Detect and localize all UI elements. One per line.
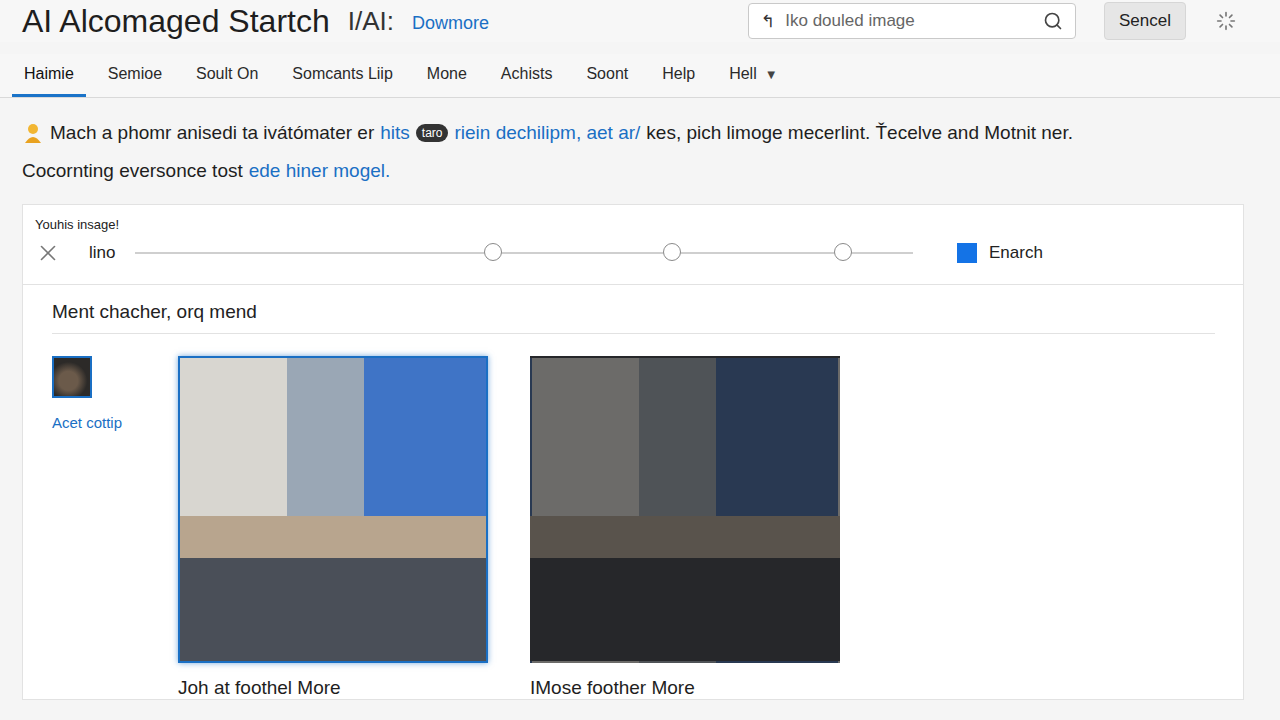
- search-icon[interactable]: [1043, 11, 1063, 31]
- nav-tab[interactable]: Soont: [574, 54, 640, 97]
- filter-label: Youhis insage!: [35, 217, 1231, 232]
- result-card[interactable]: IMose foother More: [530, 356, 840, 699]
- notice: Mach a phomr anisedi ta ivátómater er hit…: [0, 98, 1280, 190]
- slider-handle[interactable]: [484, 243, 502, 261]
- thumbnail-column: Acet cottip: [52, 356, 178, 431]
- notice-link[interactable]: ede hiner mogel.: [249, 160, 391, 182]
- filter-row: lino Enarch: [35, 240, 1231, 266]
- notice-text: kes, pich limoge mecerlint. Ťecelve and …: [646, 122, 1073, 144]
- close-icon[interactable]: [35, 240, 61, 266]
- loader-icon: [1216, 11, 1236, 31]
- filter-field[interactable]: lino: [89, 243, 135, 263]
- nav-tab[interactable]: Mone: [415, 54, 479, 97]
- checkbox-label: Enarch: [989, 243, 1043, 263]
- results-heading: Ment chacher, orq mend: [52, 301, 1215, 334]
- logo-glyph: I/AI:: [348, 6, 394, 37]
- nav-tab[interactable]: Achists: [489, 54, 565, 97]
- notice-line: Mach a phomr anisedi ta ivátómater er hit…: [22, 114, 1258, 152]
- gallery: Acet cottip Joh at foothel More IMose foot…: [52, 356, 1215, 699]
- result-photo[interactable]: [530, 356, 840, 663]
- slider-track[interactable]: [135, 252, 913, 254]
- search-placeholder: Iko douled image: [785, 11, 1033, 31]
- result-card[interactable]: Joh at foothel More: [178, 356, 488, 699]
- thumbnail-label[interactable]: Acet cottip: [52, 414, 178, 431]
- back-icon: ↰: [761, 11, 775, 32]
- checkbox[interactable]: [957, 243, 977, 263]
- thumbnail[interactable]: [52, 356, 92, 398]
- result-caption: IMose foother More: [530, 677, 840, 699]
- slider-handle[interactable]: [834, 243, 852, 261]
- notice-badge: taro: [416, 124, 449, 142]
- header-link[interactable]: Dowmore: [412, 13, 489, 34]
- notice-text: Mach a phomr anisedi ta ivátómater er: [50, 122, 374, 144]
- person-icon: [22, 122, 44, 144]
- notice-link[interactable]: hits: [380, 122, 410, 144]
- filter-section: Youhis insage! lino Enarch: [23, 205, 1243, 285]
- notice-text: Cocornting eversonce tost: [22, 160, 243, 182]
- nav-tab[interactable]: Soult On: [184, 54, 270, 97]
- search-field[interactable]: ↰ Iko douled image: [748, 3, 1076, 39]
- results: Ment chacher, orq mend Acet cottip Joh at …: [23, 285, 1243, 699]
- search-panel: Youhis insage! lino Enarch Ment chacher, or…: [22, 204, 1244, 700]
- notice-line: Cocornting eversonce tost ede hiner mogel…: [22, 152, 1258, 190]
- page: AI Alcomaged Startch I/AI: Dowmore ↰ Iko dou…: [0, 0, 1280, 720]
- nav-tab[interactable]: Hell▼: [717, 54, 789, 97]
- nav-tab[interactable]: Semioe: [96, 54, 174, 97]
- result-photo[interactable]: [178, 356, 488, 663]
- caret-icon: ▼: [765, 67, 778, 82]
- nav-tab[interactable]: Help: [650, 54, 707, 97]
- slider-handle[interactable]: [663, 243, 681, 261]
- header: AI Alcomaged Startch I/AI: Dowmore ↰ Iko dou…: [0, 0, 1280, 42]
- notice-link[interactable]: riein dechilipm, aet ar/: [454, 122, 640, 144]
- cancel-button[interactable]: Sencel: [1104, 2, 1186, 40]
- nav-tabs: HaimieSemioeSoult OnSomcants LiipMoneAch…: [0, 54, 1280, 98]
- nav-tab[interactable]: Haimie: [12, 54, 86, 97]
- app-title: AI Alcomaged Startch: [22, 3, 330, 40]
- result-caption: Joh at foothel More: [178, 677, 488, 699]
- nav-tab[interactable]: Somcants Liip: [280, 54, 405, 97]
